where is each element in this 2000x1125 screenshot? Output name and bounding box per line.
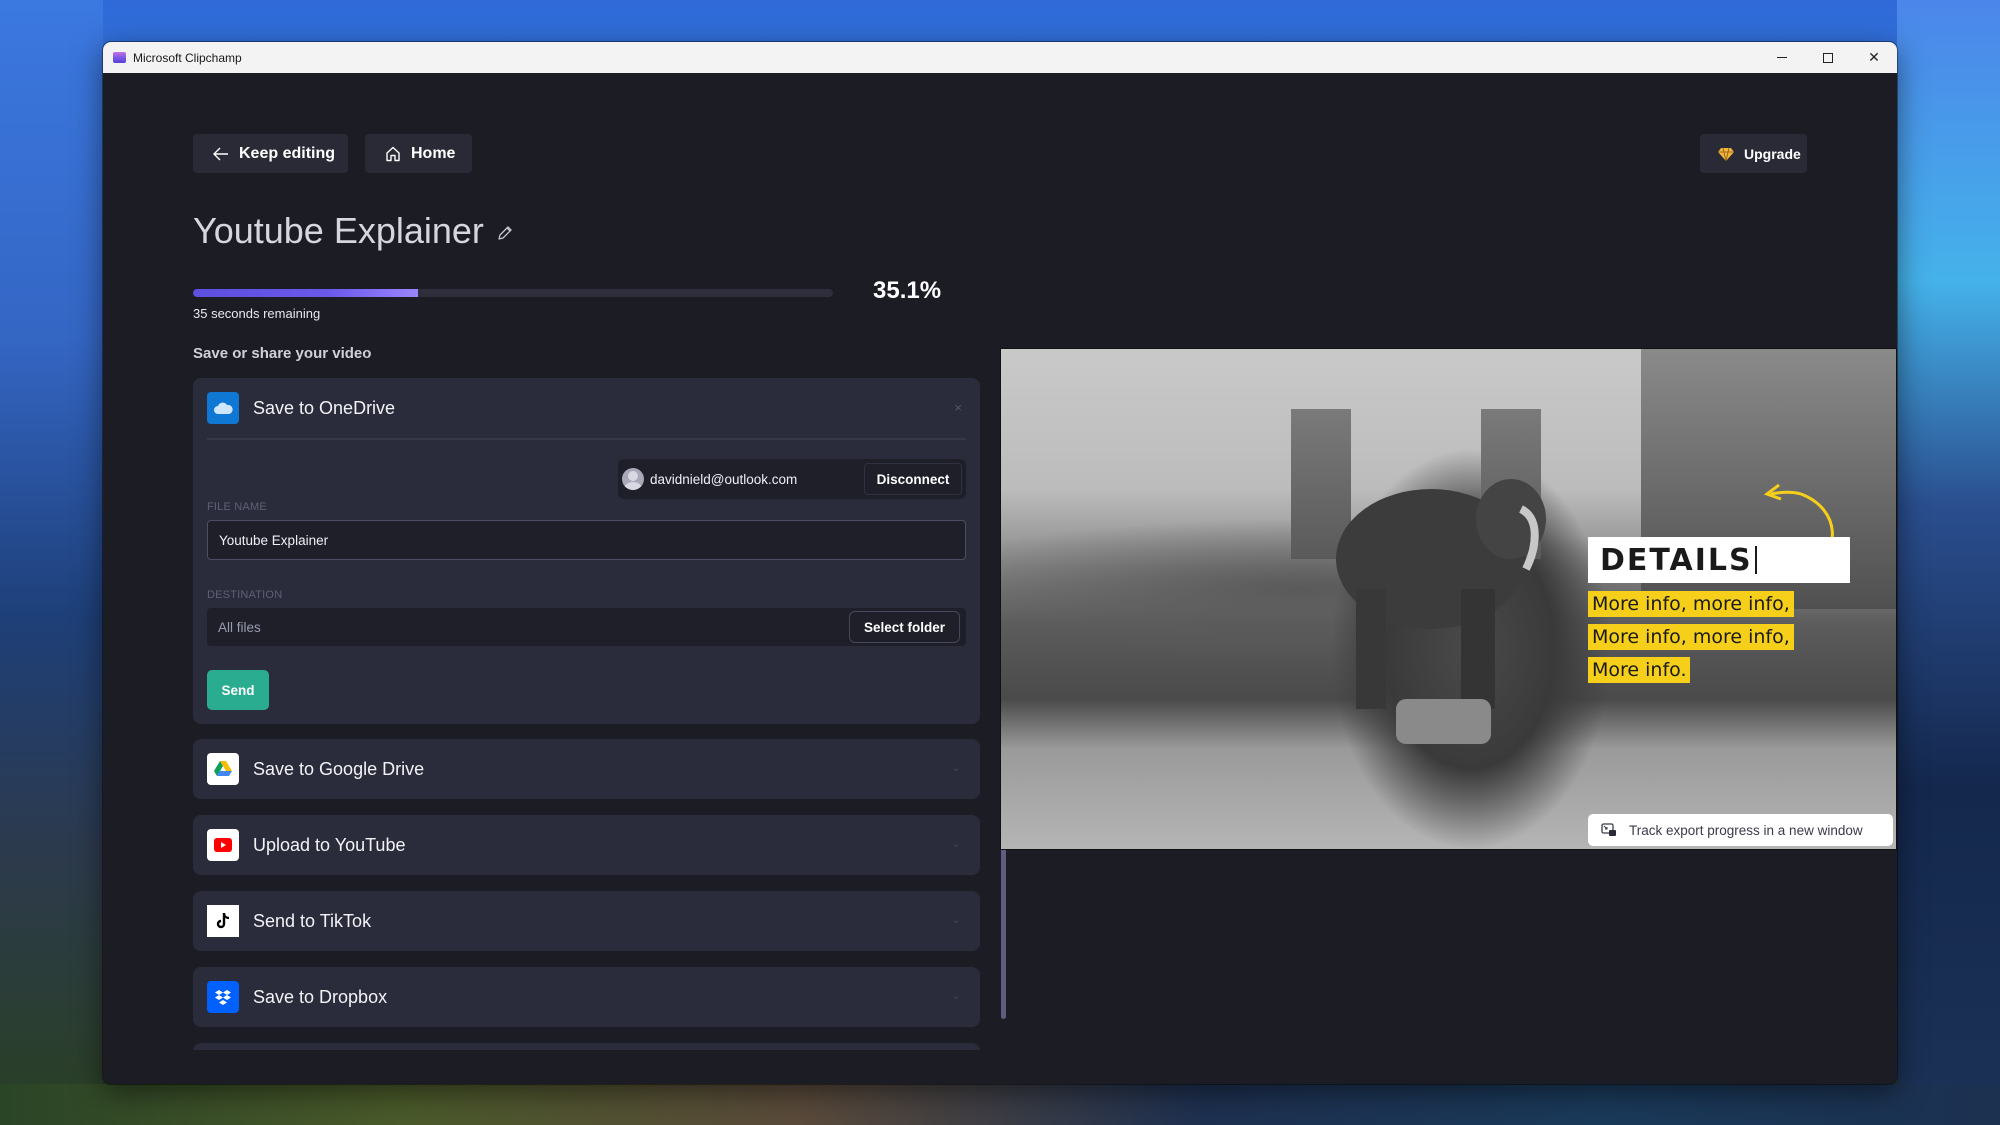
video-preview: DETAILS More info, more info, More info,… (1000, 348, 1897, 850)
minimize-button[interactable] (1759, 42, 1805, 73)
send-button[interactable]: Send (207, 670, 269, 710)
clipchamp-window: Microsoft Clipchamp ✕ Keep editing Home … (103, 42, 1897, 1084)
file-name-input[interactable] (207, 520, 966, 560)
dropbox-icon (207, 981, 239, 1013)
export-page: Keep editing Home Upgrade Youtube Explai… (103, 73, 1897, 1084)
close-icon: ✕ (1868, 49, 1880, 65)
service-title: Send to TikTok (253, 910, 372, 931)
track-export-button[interactable]: Track export progress in a new window (1588, 814, 1893, 846)
close-window-button[interactable]: ✕ (1851, 42, 1897, 73)
maximize-icon (1823, 52, 1833, 63)
connected-account: davidnield@outlook.com Disconnect (618, 459, 966, 499)
desktop-wallpaper-left (0, 0, 103, 1125)
collapse-close-icon[interactable]: × (954, 400, 962, 415)
youtube-card[interactable]: Upload to YouTube ⌄ (193, 815, 980, 875)
home-button[interactable]: Home (365, 134, 472, 173)
home-label: Home (411, 144, 456, 162)
text-cursor (1754, 546, 1757, 574)
share-options-list: Save to OneDrive × davidnield@outlook.co… (193, 378, 980, 1050)
minimize-icon (1777, 57, 1787, 58)
export-progress-fill (193, 289, 418, 297)
chevron-down-icon: ⌄ (951, 763, 960, 774)
card-divider (207, 438, 966, 440)
desktop-wallpaper-bottom (0, 1084, 2000, 1125)
details-title-overlay: DETAILS (1588, 537, 1850, 583)
send-label: Send (221, 682, 255, 698)
diamond-icon (1718, 147, 1734, 161)
home-icon (386, 146, 400, 161)
keep-editing-button[interactable]: Keep editing (193, 134, 348, 173)
onedrive-card: Save to OneDrive × davidnield@outlook.co… (193, 378, 980, 724)
edit-pencil-icon[interactable] (496, 224, 514, 242)
chevron-down-icon: ⌄ (951, 915, 960, 926)
google-drive-card[interactable]: Save to Google Drive ⌄ (193, 739, 980, 799)
project-title: Youtube Explainer (193, 210, 514, 252)
maximize-button[interactable] (1805, 42, 1851, 73)
onedrive-title: Save to OneDrive (253, 397, 396, 418)
chevron-down-icon: ⌄ (951, 839, 960, 850)
time-remaining: 35 seconds remaining (193, 306, 321, 321)
details-heading: DETAILS (1600, 542, 1753, 578)
title-bar: Microsoft Clipchamp ✕ (103, 42, 1897, 73)
more-options-card[interactable] (193, 1043, 980, 1050)
disconnect-button[interactable]: Disconnect (864, 463, 962, 495)
service-title: Save to Google Drive (253, 758, 425, 779)
info-line: More info, more info, (1588, 624, 1794, 650)
avatar (622, 468, 644, 490)
youtube-card-header[interactable]: Upload to YouTube (207, 829, 405, 861)
open-new-window-icon (1601, 823, 1616, 836)
destination-value: All files (218, 619, 261, 635)
select-folder-label: Select folder (863, 619, 945, 635)
onedrive-card-header[interactable]: Save to OneDrive (207, 392, 395, 424)
tiktok-card-header[interactable]: Send to TikTok (207, 905, 371, 937)
youtube-icon (207, 829, 239, 861)
service-title: Save to Dropbox (253, 986, 388, 1007)
tiktok-icon (207, 905, 239, 937)
save-share-heading: Save or share your video (193, 345, 372, 362)
onedrive-icon (207, 392, 239, 424)
info-line: More info. (1588, 657, 1691, 683)
export-progress-percent: 35.1% (873, 277, 942, 304)
window-title: Microsoft Clipchamp (133, 50, 242, 65)
select-folder-button[interactable]: Select folder (848, 611, 960, 643)
tiktok-card[interactable]: Send to TikTok ⌄ (193, 891, 980, 951)
track-export-label: Track export progress in a new window (1629, 822, 1863, 838)
service-title: Upload to YouTube (253, 834, 406, 855)
desktop-wallpaper-right (1897, 0, 2000, 1125)
clipchamp-app-icon (113, 52, 126, 63)
project-title-text: Youtube Explainer (193, 210, 484, 251)
chevron-down-icon: ⌄ (951, 991, 960, 1002)
window-controls: ✕ (1759, 42, 1897, 73)
arrow-left-icon (213, 147, 228, 160)
dropbox-card-header[interactable]: Save to Dropbox (207, 981, 387, 1013)
upgrade-label: Upgrade (1744, 145, 1801, 162)
dropbox-card[interactable]: Save to Dropbox ⌄ (193, 967, 980, 1027)
file-name-label: FILE NAME (207, 501, 267, 513)
google-drive-icon (207, 753, 239, 785)
keep-editing-label: Keep editing (239, 144, 336, 162)
info-line: More info, more info, (1588, 591, 1794, 617)
google-drive-card-header[interactable]: Save to Google Drive (207, 753, 424, 785)
upgrade-button[interactable]: Upgrade (1700, 134, 1807, 173)
destination-field[interactable]: All files Select folder (207, 608, 966, 646)
destination-label: DESTINATION (207, 589, 283, 601)
elephant-image (1336, 479, 1546, 744)
account-email: davidnield@outlook.com (650, 471, 798, 487)
export-progress-bar (193, 289, 833, 297)
disconnect-label: Disconnect (876, 471, 950, 487)
